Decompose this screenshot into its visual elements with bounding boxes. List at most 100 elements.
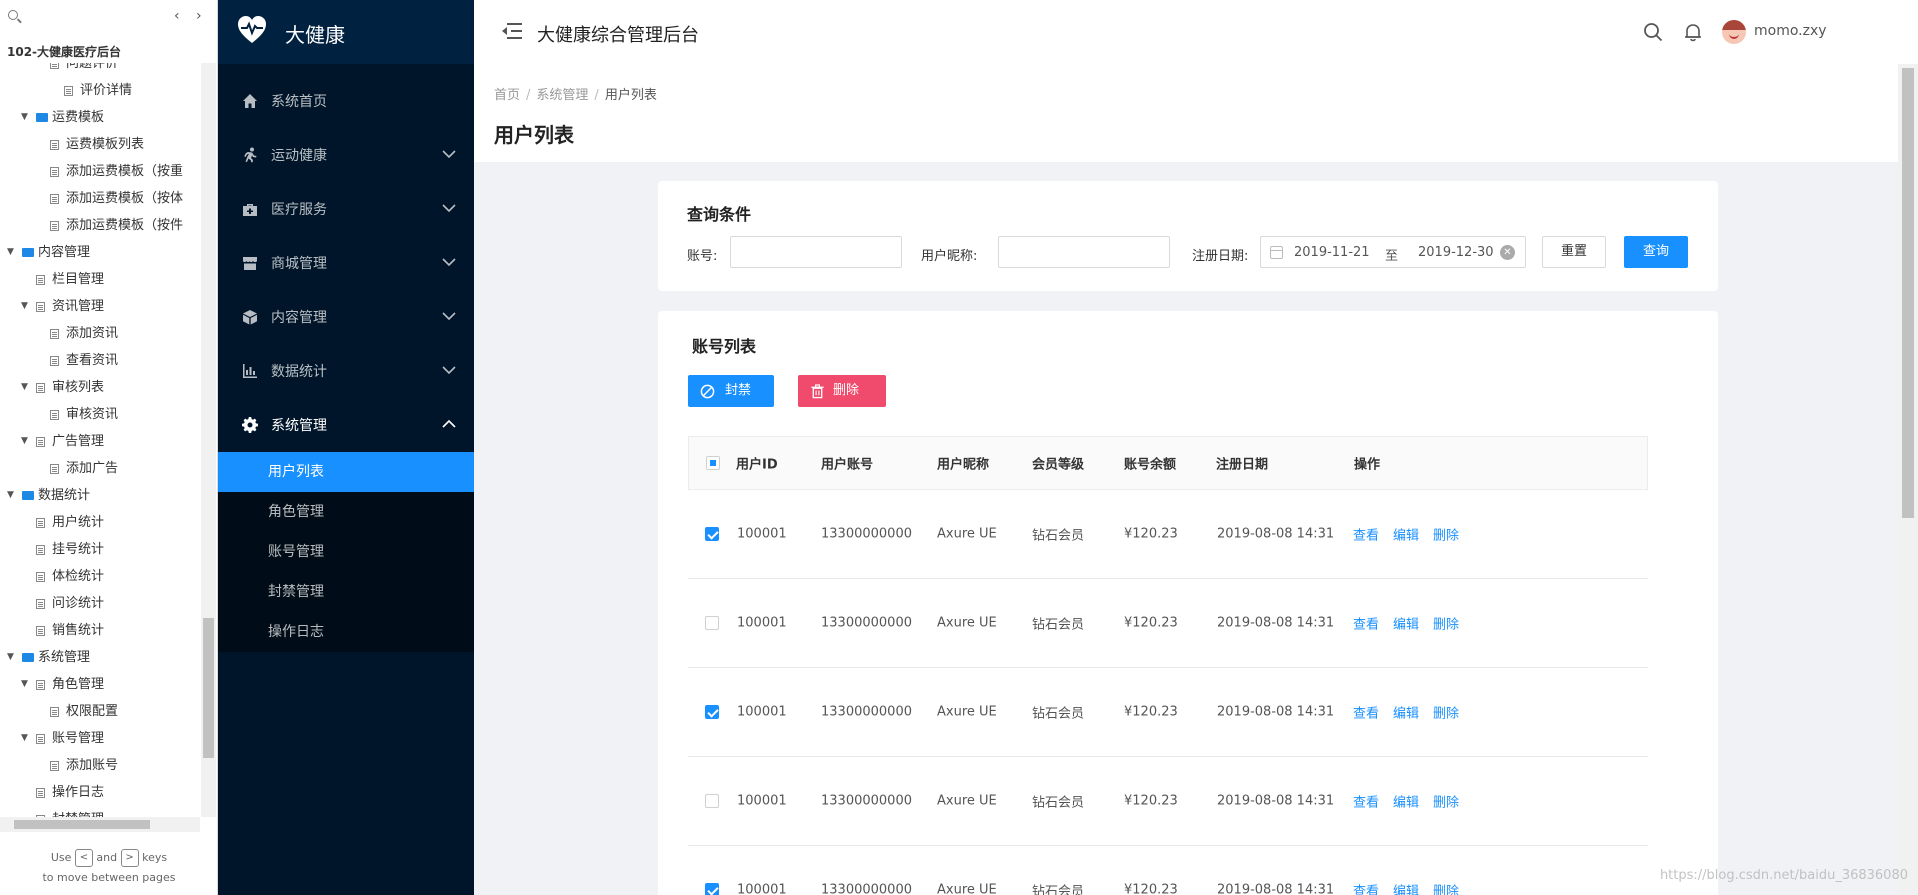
tree-item[interactable]: 栏目管理 (0, 266, 200, 293)
tree-item[interactable]: ▼ 账号管理 (0, 725, 200, 752)
collapse-arrow-icon[interactable]: ▼ (7, 644, 14, 671)
reset-button[interactable]: 重置 (1542, 236, 1606, 268)
next-page-button[interactable]: › (196, 8, 202, 24)
collapse-arrow-icon[interactable]: ▼ (21, 374, 28, 401)
collapse-arrow-icon[interactable]: ▼ (21, 104, 28, 131)
collapse-arrow-icon[interactable]: ▼ (21, 293, 28, 320)
view-link[interactable]: 查看 (1353, 885, 1379, 895)
row-checkbox[interactable] (705, 705, 719, 719)
submenu-item[interactable]: 操作日志 (218, 612, 474, 652)
submenu-item[interactable]: 用户列表 (218, 452, 474, 492)
select-all-checkbox[interactable] (706, 456, 720, 470)
tree-vertical-scrollbar[interactable] (201, 63, 216, 817)
view-link[interactable]: 查看 (1353, 529, 1379, 544)
tree-item[interactable]: 添加运费模板（按体 (0, 185, 200, 212)
date-end[interactable]: 2019-12-30 (1418, 245, 1494, 260)
tree-item[interactable]: 添加账号 (0, 752, 200, 779)
bell-icon[interactable] (1683, 22, 1703, 42)
edit-link[interactable]: 编辑 (1393, 885, 1419, 895)
tree-item[interactable]: ▼ 系统管理 (0, 644, 200, 671)
content-scrollbar[interactable] (1898, 64, 1918, 895)
query-button[interactable]: 查询 (1624, 236, 1688, 268)
tree-item[interactable]: 挂号统计 (0, 536, 200, 563)
ban-button[interactable]: 封禁 (688, 375, 774, 407)
date-range-picker[interactable]: 2019-11-21 至 2019-12-30 ✕ (1260, 236, 1526, 268)
tree-item[interactable]: 用户统计 (0, 509, 200, 536)
collapse-arrow-icon[interactable]: ▼ (7, 239, 14, 266)
clear-icon[interactable]: ✕ (1500, 245, 1515, 260)
tree-item[interactable]: 添加资讯 (0, 320, 200, 347)
delete-link[interactable]: 删除 (1433, 618, 1459, 633)
tree-item[interactable]: ▼ 资讯管理 (0, 293, 200, 320)
sidebar-item[interactable]: 商城管理 (218, 236, 474, 290)
nickname-input[interactable] (998, 236, 1170, 268)
tree-item[interactable]: 添加广告 (0, 455, 200, 482)
row-checkbox[interactable] (705, 794, 719, 808)
tree-item[interactable]: 添加运费模板（按件 (0, 212, 200, 239)
edit-link[interactable]: 编辑 (1393, 796, 1419, 811)
tree-item[interactable]: ▼ 角色管理 (0, 671, 200, 698)
date-start[interactable]: 2019-11-21 (1294, 245, 1370, 260)
collapse-arrow-icon[interactable]: ▼ (21, 671, 28, 698)
scrollbar-thumb[interactable] (14, 820, 150, 829)
scrollbar-thumb[interactable] (203, 618, 214, 758)
row-checkbox[interactable] (705, 527, 719, 541)
sidebar-item[interactable]: 医疗服务 (218, 182, 474, 236)
sidebar-item[interactable]: 内容管理 (218, 290, 474, 344)
tree-horizontal-scrollbar[interactable] (0, 817, 200, 832)
tree-item[interactable]: 查看资讯 (0, 347, 200, 374)
axure-sitemap-panel: ‹ › 102-大健康医疗后台 问题评价 评价详情 ▼ 运费模板 运费模板列表 添加运费模… (0, 0, 218, 895)
collapse-arrow-icon[interactable]: ▼ (21, 725, 28, 752)
scrollbar-thumb[interactable] (1902, 68, 1914, 518)
view-link[interactable]: 查看 (1353, 618, 1379, 633)
delete-link[interactable]: 删除 (1433, 529, 1459, 544)
delete-button[interactable]: 删除 (798, 375, 886, 407)
sidebar-item[interactable]: 运动健康 (218, 128, 474, 182)
tree-item[interactable]: 评价详情 (0, 77, 200, 104)
sidebar-item[interactable]: 系统管理 (218, 398, 474, 452)
breadcrumb-home[interactable]: 首页 (494, 88, 520, 103)
delete-link[interactable]: 删除 (1433, 707, 1459, 722)
search-icon[interactable] (1643, 22, 1663, 42)
collapse-arrow-icon[interactable]: ▼ (21, 428, 28, 455)
row-checkbox[interactable] (705, 616, 719, 630)
tree-item[interactable]: ▼ 广告管理 (0, 428, 200, 455)
tree-item[interactable]: 问题评价 (0, 63, 200, 77)
tree-item[interactable]: 体检统计 (0, 563, 200, 590)
view-link[interactable]: 查看 (1353, 707, 1379, 722)
avatar[interactable] (1722, 20, 1746, 44)
tree-item[interactable]: ▼ 运费模板 (0, 104, 200, 131)
edit-link[interactable]: 编辑 (1393, 707, 1419, 722)
tree-item[interactable]: ▼ 审核列表 (0, 374, 200, 401)
tree-item[interactable]: 审核资讯 (0, 401, 200, 428)
brand[interactable]: 大健康 (218, 0, 474, 64)
prev-page-button[interactable]: ‹ (174, 8, 180, 24)
submenu-item[interactable]: 账号管理 (218, 532, 474, 572)
submenu-item[interactable]: 封禁管理 (218, 572, 474, 612)
breadcrumb-system[interactable]: 系统管理 (536, 88, 588, 103)
edit-link[interactable]: 编辑 (1393, 529, 1419, 544)
search-icon[interactable] (8, 10, 18, 20)
collapse-arrow-icon[interactable]: ▼ (7, 482, 14, 509)
tree-item[interactable]: 销售统计 (0, 617, 200, 644)
tree-item[interactable]: ▼ 内容管理 (0, 239, 200, 266)
tree-item[interactable]: 问诊统计 (0, 590, 200, 617)
page-icon (36, 518, 45, 528)
tree-item[interactable]: 操作日志 (0, 779, 200, 806)
tree-item[interactable]: 权限配置 (0, 698, 200, 725)
tree-item[interactable]: 运费模板列表 (0, 131, 200, 158)
row-checkbox[interactable] (705, 883, 719, 895)
menu-fold-icon[interactable] (502, 22, 522, 40)
delete-link[interactable]: 删除 (1433, 885, 1459, 895)
tree-item[interactable]: ▼ 数据统计 (0, 482, 200, 509)
sidebar-item[interactable]: 系统首页 (218, 74, 474, 128)
tree-item[interactable]: 封禁管理 (0, 806, 200, 817)
edit-link[interactable]: 编辑 (1393, 618, 1419, 633)
view-link[interactable]: 查看 (1353, 796, 1379, 811)
username[interactable]: momo.zxy (1754, 23, 1827, 39)
tree-item[interactable]: 添加运费模板（按重 (0, 158, 200, 185)
delete-link[interactable]: 删除 (1433, 796, 1459, 811)
sidebar-item[interactable]: 数据统计 (218, 344, 474, 398)
account-input[interactable] (730, 236, 902, 268)
submenu-item[interactable]: 角色管理 (218, 492, 474, 532)
